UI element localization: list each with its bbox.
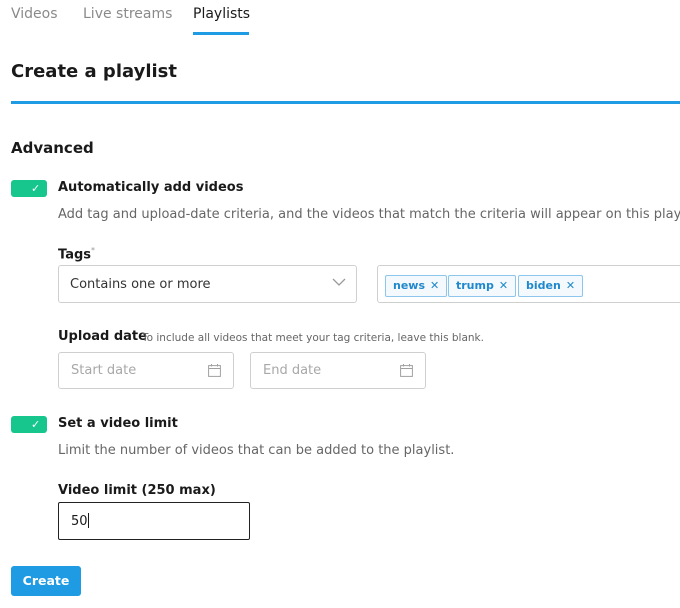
remove-tag-icon[interactable]: ✕ (499, 279, 508, 292)
tag-match-select[interactable]: Contains one or more (58, 265, 357, 303)
tab-live-streams[interactable]: Live streams (83, 6, 172, 22)
end-date-placeholder: End date (263, 363, 322, 378)
chevron-down-icon (332, 278, 346, 286)
video-limit-value: 50 (71, 514, 88, 529)
text-caret (87, 513, 89, 528)
tab-playlists[interactable]: Playlists (193, 6, 250, 22)
remove-tag-icon[interactable]: ✕ (566, 279, 575, 292)
auto-add-description: Add tag and upload-date criteria, and th… (58, 207, 680, 222)
active-tab-indicator (193, 32, 249, 35)
tags-label-text: Tags (58, 247, 92, 263)
tag-match-value: Contains one or more (70, 277, 211, 292)
tags-input[interactable]: news ✕ trump ✕ biden ✕ (377, 265, 680, 303)
check-icon: ✓ (31, 182, 41, 195)
video-limit-input[interactable]: 50 (58, 502, 250, 540)
title-divider (11, 101, 680, 104)
calendar-icon (208, 364, 221, 377)
video-limit-field-label: Video limit (250 max) (58, 483, 216, 498)
tag-chip: trump ✕ (448, 275, 517, 297)
end-date-input[interactable]: End date (250, 352, 426, 389)
video-limit-toggle[interactable]: ✓ (11, 416, 47, 433)
create-button[interactable]: Create (11, 566, 81, 596)
video-limit-toggle-label: Set a video limit (58, 416, 178, 431)
tag-label: news (393, 279, 426, 292)
tab-videos[interactable]: Videos (11, 6, 58, 22)
upload-date-label: Upload date (58, 329, 147, 344)
video-limit-description: Limit the number of videos that can be a… (58, 443, 455, 458)
start-date-placeholder: Start date (71, 363, 137, 378)
upload-date-help: To include all videos that meet your tag… (142, 332, 484, 344)
tags-label: Tags* (58, 246, 95, 262)
tag-chip: biden ✕ (518, 275, 584, 297)
start-date-input[interactable]: Start date (58, 352, 234, 389)
check-icon: ✓ (31, 418, 41, 431)
tag-label: biden (526, 279, 561, 292)
page-title: Create a playlist (11, 61, 177, 82)
auto-add-label: Automatically add videos (58, 180, 244, 195)
required-marker: * (91, 246, 96, 255)
auto-add-toggle[interactable]: ✓ (11, 180, 47, 197)
remove-tag-icon[interactable]: ✕ (430, 279, 439, 292)
tag-chip: news ✕ (385, 275, 448, 297)
section-title-advanced: Advanced (11, 139, 94, 157)
tag-label: trump (456, 279, 494, 292)
calendar-icon (400, 364, 413, 377)
video-limit-value-wrap: 50 (71, 513, 89, 529)
